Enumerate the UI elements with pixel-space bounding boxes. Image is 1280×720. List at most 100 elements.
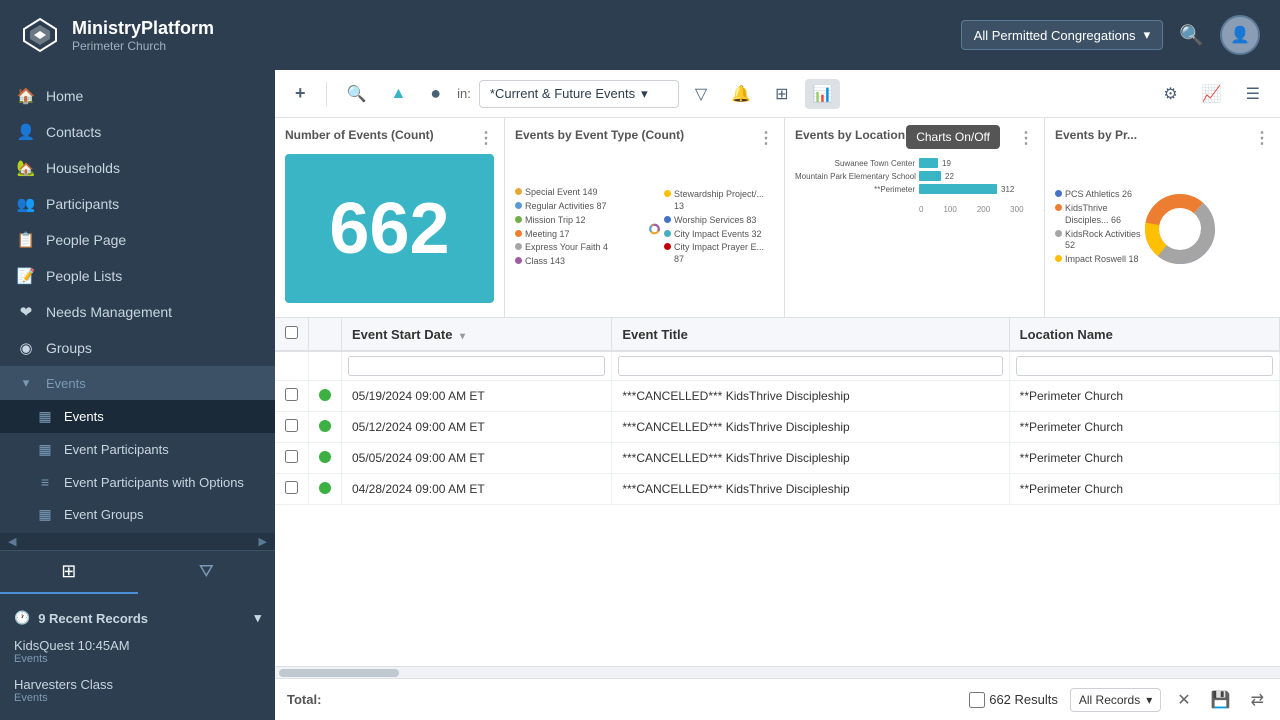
row-checkbox[interactable] [285, 388, 298, 401]
toggle-icon[interactable]: ● [422, 78, 449, 109]
sidebar-nav: 🏠 Home 👤 Contacts 🏡 Households 👥 Partici… [0, 70, 275, 533]
status-dot-green [319, 389, 331, 401]
results-select-all[interactable] [969, 692, 985, 708]
location-bar-2: Mountain Park Elementary School 22 [795, 171, 1034, 181]
row-checkbox[interactable] [285, 419, 298, 432]
sidebar-item-label: Groups [46, 340, 92, 356]
records-selector[interactable]: All Records ▾ [1070, 688, 1161, 712]
toolbar: + 🔍 ▲ ● in: *Current & Future Events ▾ ▽… [275, 70, 1280, 118]
needs-icon: ❤ [16, 303, 36, 321]
row-location: **Perimeter Church [1009, 412, 1279, 443]
recent-records-icon: 🕐 [14, 610, 30, 626]
toggle-up-icon[interactable]: ▲ [382, 80, 414, 108]
sidebar-subitem-event-groups[interactable]: ▦ Event Groups [0, 498, 275, 531]
sidebar-subitem-events[interactable]: ▦ Events [0, 400, 275, 433]
sidebar-subitem-event-participants-options[interactable]: ≡ Event Participants with Options [0, 466, 275, 498]
sidebar-item-label: Households [46, 160, 120, 176]
sort-icon: ▾ [460, 331, 465, 342]
main-content: + 🔍 ▲ ● in: *Current & Future Events ▾ ▽… [275, 70, 1280, 720]
table-row: 05/05/2024 09:00 AM ET ***CANCELLED*** K… [275, 443, 1280, 474]
col-header-event-title[interactable]: Event Title [612, 318, 1009, 351]
charts-toggle-icon[interactable]: 📊 [805, 79, 841, 109]
grid-view-icon[interactable]: ⊞ [767, 79, 796, 109]
congregation-label: All Permitted Congregations [974, 28, 1136, 43]
status-dot-green [319, 420, 331, 432]
sidebar-item-people-lists[interactable]: 📝 People Lists [0, 258, 275, 294]
filter-input-date[interactable] [348, 356, 605, 376]
chart-menu-icon[interactable]: ⋮ [1018, 128, 1034, 148]
row-checkbox[interactable] [285, 481, 298, 494]
sidebar-item-participants[interactable]: 👥 Participants [0, 186, 275, 222]
row-checkbox-cell [275, 474, 309, 505]
groups-icon: ◉ [16, 339, 36, 357]
col-header-checkbox [275, 318, 309, 351]
chevron-down-icon: ▾ [1144, 27, 1151, 43]
congregation-selector[interactable]: All Permitted Congregations ▾ [961, 20, 1163, 50]
recent-item-kidsquest[interactable]: KidsQuest 10:45AM Events [0, 632, 275, 671]
chart-menu-icon[interactable]: ⋮ [758, 128, 774, 148]
filter-icon[interactable]: ▽ [687, 79, 715, 109]
search-icon[interactable]: 🔍 [1179, 23, 1204, 48]
avatar[interactable]: 👤 [1220, 15, 1260, 55]
filter-input-title[interactable] [618, 356, 1002, 376]
row-location: **Perimeter Church [1009, 443, 1279, 474]
recent-records-left: 🕐 9 Recent Records [14, 610, 148, 626]
event-groups-icon: ▦ [36, 506, 54, 523]
donut-chart-svg [649, 184, 660, 274]
chart-line-icon[interactable]: 📈 [1194, 79, 1230, 109]
chevron-down-icon: ▾ [641, 86, 648, 102]
notification-icon[interactable]: 🔔 [723, 79, 759, 109]
col-header-event-start-date[interactable]: Event Start Date ▾ [342, 318, 612, 351]
location-bar-1: Suwanee Town Center 19 [795, 158, 1034, 168]
h-scroll-track[interactable] [275, 666, 1280, 678]
recent-item-title: Harvesters Class [14, 677, 261, 692]
recent-records-header[interactable]: 🕐 9 Recent Records ▾ [0, 604, 275, 632]
event-selector[interactable]: *Current & Future Events ▾ [479, 80, 679, 108]
row-checkbox[interactable] [285, 450, 298, 463]
close-icon[interactable]: ✕ [1173, 686, 1194, 714]
recent-item-harvesters[interactable]: Harvesters Class Events [0, 671, 275, 710]
row-date: 05/05/2024 09:00 AM ET [342, 443, 612, 474]
sidebar: 🏠 Home 👤 Contacts 🏡 Households 👥 Partici… [0, 70, 275, 720]
transfer-icon[interactable]: ⇄ [1247, 686, 1268, 714]
row-status-cell [309, 412, 342, 443]
donut-chart-container: Special Event 149 Regular Activities 87 … [515, 154, 774, 303]
sidebar-item-contacts[interactable]: 👤 Contacts [0, 114, 275, 150]
select-all-checkbox[interactable] [285, 326, 298, 339]
total-label: Total: [287, 692, 321, 707]
event-participants-options-icon: ≡ [36, 474, 54, 490]
search-filter-icon[interactable]: 🔍 [339, 79, 375, 109]
chart-menu-icon[interactable]: ⋮ [1254, 128, 1270, 148]
event-participants-icon: ▦ [36, 441, 54, 458]
filter-cell-status [309, 351, 342, 381]
settings-icon[interactable]: ⚙ [1155, 79, 1185, 109]
chevron-down-icon: ▾ [1146, 693, 1152, 707]
chevron-down-icon: ▾ [254, 610, 261, 626]
sidebar-item-label: Home [46, 88, 83, 104]
sidebar-expand-icon[interactable]: ▶ [259, 535, 267, 548]
filter-cell-date [342, 351, 612, 381]
chart-menu-icon[interactable]: ⋮ [478, 128, 494, 148]
row-checkbox-cell [275, 443, 309, 474]
col-header-location-name[interactable]: Location Name [1009, 318, 1279, 351]
sidebar-item-people-page[interactable]: 📋 People Page [0, 222, 275, 258]
toolbar-separator [326, 82, 327, 106]
filter-input-location[interactable] [1016, 356, 1273, 376]
add-button[interactable]: + [287, 78, 314, 109]
h-scroll-thumb[interactable] [279, 669, 399, 677]
sidebar-item-households[interactable]: 🏡 Households [0, 150, 275, 186]
sidebar-item-needs[interactable]: ❤ Needs Management [0, 294, 275, 330]
sidebar-subitem-event-participants[interactable]: ▦ Event Participants [0, 433, 275, 466]
save-icon[interactable]: 💾 [1207, 686, 1235, 714]
sidebar-tab-grid[interactable]: ⊞ [0, 551, 138, 594]
sidebar-item-events[interactable]: ▾ Events [0, 366, 275, 400]
sidebar-item-home[interactable]: 🏠 Home [0, 78, 275, 114]
menu-icon[interactable]: ☰ [1238, 79, 1268, 109]
sidebar-item-groups[interactable]: ◉ Groups [0, 330, 275, 366]
sidebar-tab-tree[interactable]: ⛛ [138, 551, 276, 594]
chart-title-program: Events by Pr... ⋮ [1055, 128, 1270, 148]
program-donut-svg [1145, 194, 1215, 264]
sidebar-collapse-icon[interactable]: ◀ [8, 535, 16, 548]
records-selector-value: All Records [1079, 693, 1140, 707]
households-icon: 🏡 [16, 159, 36, 177]
